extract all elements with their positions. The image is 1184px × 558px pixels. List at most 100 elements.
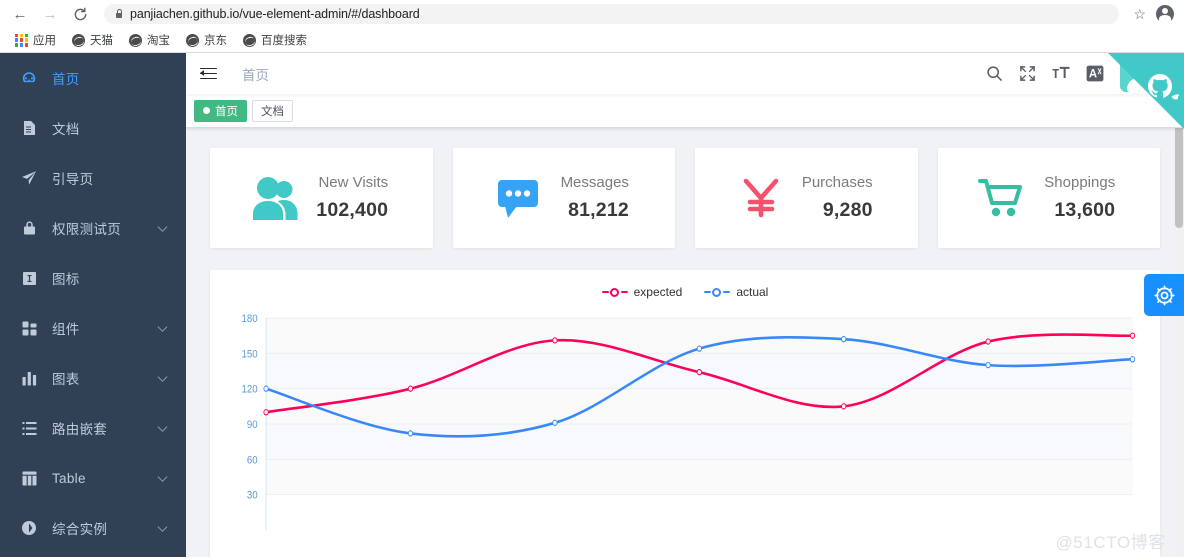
bookmarks-bar: 应用 天猫 淘宝 京东 百度搜索	[0, 28, 1184, 53]
sidebar-item-components[interactable]: 组件	[0, 303, 186, 353]
legend-marker-icon	[601, 286, 628, 298]
legend-item-actual[interactable]: actual	[704, 285, 768, 299]
guide-icon	[20, 169, 38, 187]
language-icon[interactable]	[1086, 65, 1104, 82]
bookmark-label: 应用	[33, 35, 56, 47]
sidebar-item-label: Table	[52, 470, 86, 486]
search-icon[interactable]	[986, 65, 1003, 82]
legend-item-expected[interactable]: expected	[601, 285, 683, 299]
people-icon	[248, 171, 302, 225]
globe-icon	[72, 33, 85, 47]
fullscreen-icon[interactable]	[1019, 65, 1036, 82]
breadcrumb[interactable]: 首页	[242, 64, 269, 84]
star-icon[interactable]: ☆	[1133, 6, 1146, 23]
watermark: @51CTO博客	[1055, 533, 1166, 552]
components-icon	[20, 319, 38, 337]
tag-label: 文档	[261, 105, 284, 118]
chart-svg	[263, 317, 1136, 530]
table-icon	[20, 469, 38, 487]
chevron-down-icon[interactable]	[1166, 79, 1174, 85]
lock-icon	[20, 219, 38, 237]
hamburger-collapse-icon[interactable]	[200, 66, 220, 82]
address-bar[interactable]: panjiachen.github.io/vue-element-admin/#…	[104, 4, 1120, 24]
icon-square-icon	[20, 269, 38, 287]
settings-button[interactable]	[1144, 274, 1184, 316]
sidebar-item-nested-routes[interactable]: 路由嵌套	[0, 403, 186, 453]
globe-icon	[243, 33, 256, 47]
admin-app: 首页 文档 引导页 权限测试页 图标 组件 图表 路由嵌套 Table 综合实例…	[0, 53, 1184, 557]
sidebar-item-label: 权限测试页	[52, 222, 121, 237]
card-title: New Visits	[318, 174, 389, 191]
card-title: Messages	[560, 174, 629, 191]
sidebar-item-label: 引导页	[52, 172, 94, 187]
navbar-actions	[986, 55, 1184, 92]
chart-legend: expected actual	[224, 282, 1146, 302]
legend-label: actual	[736, 285, 769, 299]
sidebar-item-example[interactable]: 综合实例	[0, 503, 186, 553]
globe-icon	[129, 33, 142, 47]
shopping-icon	[976, 171, 1030, 225]
tag-label: 首页	[215, 105, 238, 118]
sidebar-item-guide[interactable]: 引导页	[0, 153, 186, 203]
user-avatar-icon[interactable]	[1120, 55, 1156, 92]
legend-label: expected	[633, 285, 683, 299]
bookmark-apps[interactable]: 应用	[9, 30, 62, 50]
line-chart-panel: expected actual 30 60 90 120 150 180	[210, 270, 1160, 557]
card-purchases[interactable]: Purchases 9,280	[695, 148, 918, 248]
bookmark-taobao[interactable]: 淘宝	[123, 30, 176, 50]
sidebar-item-label: 文档	[52, 122, 80, 137]
profile-avatar-icon[interactable]	[1156, 5, 1174, 24]
document-icon	[20, 119, 38, 137]
sidebar-item-label: 路由嵌套	[52, 422, 108, 437]
bookmark-jd[interactable]: 京东	[180, 30, 233, 50]
bookmark-label: 天猫	[90, 35, 113, 47]
chevron-down-icon	[157, 472, 168, 482]
card-new-visits[interactable]: New Visits 102,400	[210, 148, 433, 248]
sidebar-item-dashboard[interactable]: 首页	[0, 53, 186, 103]
font-size-icon[interactable]	[1052, 65, 1070, 82]
reload-icon[interactable]	[70, 4, 90, 24]
card-text: Purchases 9,280	[802, 174, 873, 222]
bookmark-tmall[interactable]: 天猫	[66, 30, 119, 50]
sidebar-item-label: 图表	[52, 372, 80, 387]
chart-plot-area[interactable]: 30 60 90 120 150 180	[224, 302, 1146, 552]
sidebar-item-charts[interactable]: 图表	[0, 353, 186, 403]
tag-document[interactable]: 文档	[252, 99, 293, 122]
dashboard-icon	[20, 69, 38, 87]
example-icon	[20, 519, 38, 537]
message-icon	[493, 171, 547, 225]
card-messages[interactable]: Messages 81,212	[452, 148, 675, 248]
sidebar-item-label: 首页	[52, 72, 80, 87]
sidebar-item-document[interactable]: 文档	[0, 103, 186, 153]
card-shoppings[interactable]: Shoppings 13,600	[937, 148, 1160, 248]
sidebar-item-label: 组件	[52, 322, 80, 337]
dashboard-content: New Visits 102,400 Messages 81,212 Purch…	[186, 128, 1184, 557]
bookmark-label: 京东	[204, 35, 227, 47]
chevron-down-icon	[157, 222, 168, 232]
chevron-down-icon	[157, 422, 168, 432]
sidebar-item-permission[interactable]: 权限测试页	[0, 203, 186, 253]
card-text: New Visits 102,400	[316, 174, 388, 222]
forward-arrow-icon[interactable]: →	[40, 4, 60, 24]
browser-toolbar: ← → panjiachen.github.io/vue-element-adm…	[0, 0, 1184, 28]
legend-marker-icon	[704, 286, 731, 298]
sidebar-item-label: 综合实例	[52, 522, 108, 537]
bookmark-baidu[interactable]: 百度搜索	[237, 30, 313, 50]
apps-grid-icon	[15, 33, 28, 47]
card-value: 102,400	[316, 199, 389, 221]
back-arrow-icon[interactable]: ←	[10, 4, 30, 24]
navbar: 首页	[186, 53, 1184, 94]
card-title: Purchases	[801, 174, 873, 191]
tag-dashboard[interactable]: 首页	[194, 99, 247, 122]
money-icon	[734, 171, 788, 225]
sidebar-item-table[interactable]: Table	[0, 453, 186, 503]
card-value: 13,600	[1054, 199, 1116, 221]
globe-icon	[186, 33, 199, 47]
sidebar-item-icons[interactable]: 图标	[0, 253, 186, 303]
nested-list-icon	[20, 419, 38, 437]
sidebar-item-label: 图标	[52, 272, 80, 287]
chevron-down-icon	[157, 372, 168, 382]
card-value: 81,212	[568, 199, 629, 221]
url-text: panjiachen.github.io/vue-element-admin/#…	[130, 7, 420, 21]
chevron-down-icon	[157, 522, 168, 532]
